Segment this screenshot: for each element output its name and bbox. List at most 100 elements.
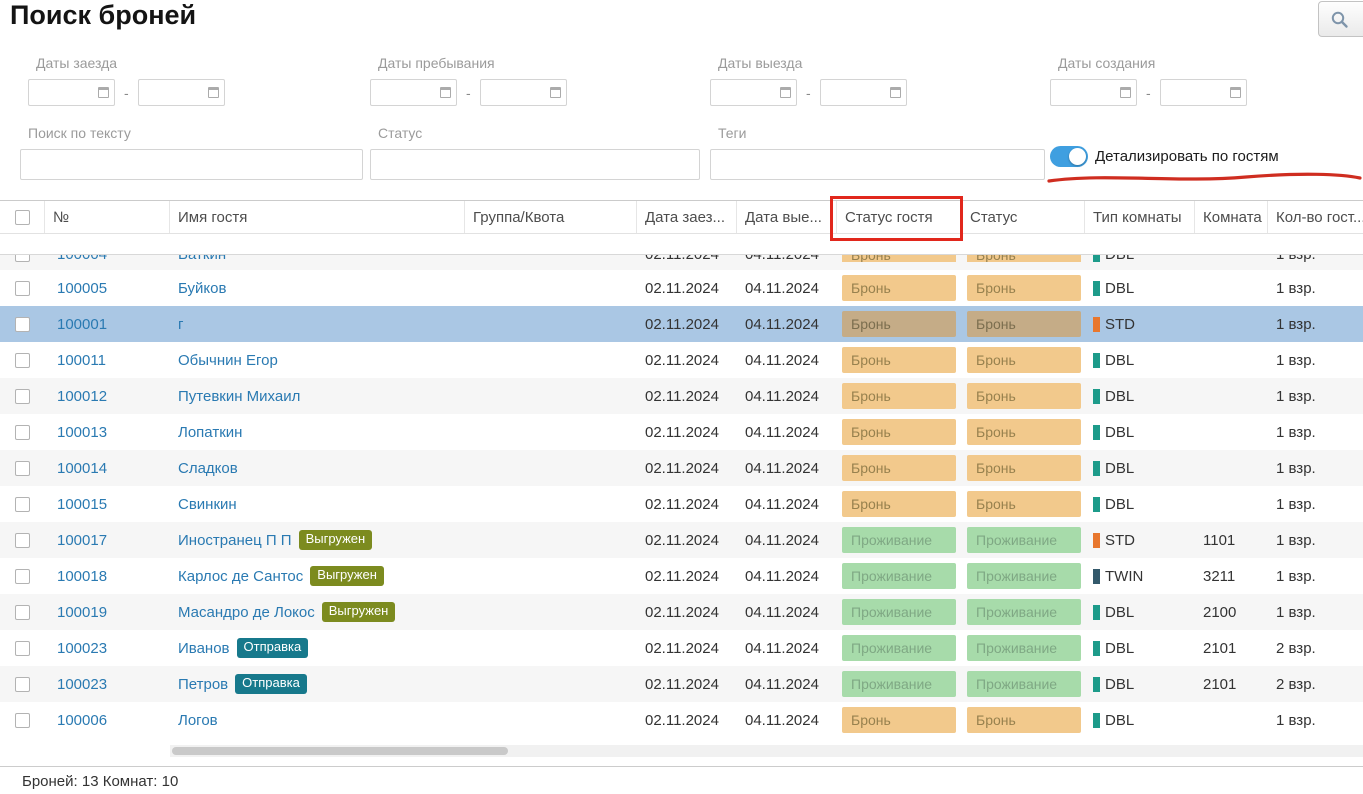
- booking-number-link[interactable]: 100012: [57, 388, 107, 405]
- stay-date-from-input[interactable]: [370, 79, 457, 106]
- tags-filter: Теги: [710, 125, 1045, 180]
- guest-name-link[interactable]: Свинкин: [178, 496, 237, 513]
- room-type-label: DBL: [1105, 460, 1134, 477]
- annotation-underline-detail-toggle: [1046, 170, 1363, 191]
- row-checkbox[interactable]: [15, 533, 30, 548]
- text-search-input[interactable]: [20, 149, 363, 180]
- guest-name-link[interactable]: Обычнин Егор: [178, 352, 278, 369]
- departure-date-from-input[interactable]: [710, 79, 797, 106]
- detail-by-guests-toggle[interactable]: [1050, 146, 1088, 167]
- guest-name-link[interactable]: Путевкин Михаил: [178, 388, 300, 405]
- row-checkbox[interactable]: [15, 389, 30, 404]
- column-header-guest-name[interactable]: Имя гостя: [170, 201, 465, 233]
- guest-name-link[interactable]: Буйков: [178, 280, 226, 297]
- arrival-date-to-input[interactable]: [138, 79, 225, 106]
- search-button[interactable]: [1318, 1, 1363, 37]
- group-quota-cell: [465, 594, 637, 630]
- row-checkbox[interactable]: [15, 425, 30, 440]
- bookings-table: № Имя гостя Группа/Квота Дата заез... Да…: [0, 200, 1363, 738]
- row-checkbox[interactable]: [15, 569, 30, 584]
- booking-number-link[interactable]: 100013: [57, 424, 107, 441]
- guest-count-cell: 1 взр.: [1268, 342, 1363, 378]
- column-header-guest-count[interactable]: Кол-во гост...: [1268, 201, 1363, 233]
- room-type-color-icon: [1093, 317, 1100, 332]
- stay-date-to-input[interactable]: [480, 79, 567, 106]
- room-type-color-icon: [1093, 713, 1100, 728]
- booking-number-link[interactable]: 100015: [57, 496, 107, 513]
- booking-number-link[interactable]: 100004: [57, 255, 107, 262]
- table-row[interactable]: 100014 Сладков 02.11.2024 04.11.2024 Бро…: [0, 450, 1363, 486]
- column-header-room-type[interactable]: Тип комнаты: [1085, 201, 1195, 233]
- row-checkbox[interactable]: [15, 677, 30, 692]
- horizontal-scrollbar[interactable]: [170, 745, 1363, 757]
- guest-name-link[interactable]: Иванов: [178, 640, 230, 657]
- room-type-color-icon: [1093, 389, 1100, 404]
- row-checkbox[interactable]: [15, 281, 30, 296]
- table-row[interactable]: 100004 Ваткин 02.11.2024 04.11.2024 Брон…: [0, 255, 1363, 270]
- booking-number-link[interactable]: 100018: [57, 568, 107, 585]
- guest-name-link[interactable]: г: [178, 316, 183, 333]
- column-header-checkin[interactable]: Дата заез...: [637, 201, 737, 233]
- guest-name-link[interactable]: Лопаткин: [178, 424, 242, 441]
- checkin-date: 02.11.2024: [637, 414, 737, 450]
- booking-number-link[interactable]: 100005: [57, 280, 107, 297]
- table-row[interactable]: 100001 г 02.11.2024 04.11.2024 Бронь Бро…: [0, 306, 1363, 342]
- row-checkbox[interactable]: [15, 497, 30, 512]
- guest-count-cell: 1 взр.: [1268, 306, 1363, 342]
- room-type-label: STD: [1105, 316, 1135, 333]
- guest-name-link[interactable]: Карлос де Сантос: [178, 568, 303, 585]
- table-row[interactable]: 100006 Логов 02.11.2024 04.11.2024 Бронь…: [0, 702, 1363, 738]
- row-checkbox[interactable]: [15, 317, 30, 332]
- table-row[interactable]: 100015 Свинкин 02.11.2024 04.11.2024 Бро…: [0, 486, 1363, 522]
- row-checkbox[interactable]: [15, 713, 30, 728]
- row-checkbox[interactable]: [15, 255, 30, 262]
- creation-date-to-input[interactable]: [1160, 79, 1247, 106]
- booking-number-link[interactable]: 100023: [57, 640, 107, 657]
- row-checkbox[interactable]: [15, 353, 30, 368]
- select-all-cell[interactable]: [0, 201, 45, 233]
- row-checkbox[interactable]: [15, 461, 30, 476]
- table-row[interactable]: 100023 Петров Отправка 02.11.2024 04.11.…: [0, 666, 1363, 702]
- column-header-room[interactable]: Комната: [1195, 201, 1268, 233]
- room-type-cell: DBL: [1085, 486, 1195, 522]
- booking-number-link[interactable]: 100001: [57, 316, 107, 333]
- checkin-date: 02.11.2024: [637, 702, 737, 738]
- booking-number-link[interactable]: 100017: [57, 532, 107, 549]
- booking-number-link[interactable]: 100023: [57, 676, 107, 693]
- table-row[interactable]: 100011 Обычнин Егор 02.11.2024 04.11.202…: [0, 342, 1363, 378]
- guest-name-link[interactable]: Логов: [178, 712, 218, 729]
- table-row[interactable]: 100005 Буйков 02.11.2024 04.11.2024 Брон…: [0, 270, 1363, 306]
- guest-name-link[interactable]: Иностранец П П: [178, 532, 292, 549]
- table-row[interactable]: 100012 Путевкин Михаил 02.11.2024 04.11.…: [0, 378, 1363, 414]
- booking-number-link[interactable]: 100011: [57, 352, 106, 369]
- select-all-checkbox[interactable]: [15, 210, 30, 225]
- guest-name-link[interactable]: Ваткин: [178, 255, 226, 262]
- column-header-guest-status[interactable]: Статус гостя: [837, 201, 962, 233]
- horizontal-scrollbar-thumb[interactable]: [172, 747, 508, 755]
- status-filter-input[interactable]: [370, 149, 700, 180]
- column-header-number[interactable]: №: [45, 201, 170, 233]
- arrival-date-from-input[interactable]: [28, 79, 115, 106]
- table-row[interactable]: 100023 Иванов Отправка 02.11.2024 04.11.…: [0, 630, 1363, 666]
- column-header-checkout[interactable]: Дата вые...: [737, 201, 837, 233]
- tags-filter-input[interactable]: [710, 149, 1045, 180]
- row-checkbox[interactable]: [15, 605, 30, 620]
- booking-number-link[interactable]: 100006: [57, 712, 107, 729]
- creation-date-from-input[interactable]: [1050, 79, 1137, 106]
- table-row[interactable]: 100017 Иностранец П П Выгружен 02.11.202…: [0, 522, 1363, 558]
- table-row[interactable]: 100019 Масандро де Локос Выгружен 02.11.…: [0, 594, 1363, 630]
- guest-name-link[interactable]: Сладков: [178, 460, 238, 477]
- column-header-status[interactable]: Статус: [962, 201, 1085, 233]
- departure-date-to-input[interactable]: [820, 79, 907, 106]
- table-row[interactable]: 100013 Лопаткин 02.11.2024 04.11.2024 Бр…: [0, 414, 1363, 450]
- booking-number-link[interactable]: 100019: [57, 604, 107, 621]
- guest-name-link[interactable]: Масандро де Локос: [178, 604, 315, 621]
- guest-name-link[interactable]: Петров: [178, 676, 228, 693]
- row-checkbox[interactable]: [15, 641, 30, 656]
- table-row[interactable]: 100018 Карлос де Сантос Выгружен 02.11.2…: [0, 558, 1363, 594]
- departure-dates-label: Даты выезда: [718, 55, 907, 71]
- column-header-group-quota[interactable]: Группа/Квота: [465, 201, 637, 233]
- booking-number-link[interactable]: 100014: [57, 460, 107, 477]
- footer-summary: Броней: 13 Комнат: 10: [22, 773, 178, 790]
- checkin-date: 02.11.2024: [637, 666, 737, 702]
